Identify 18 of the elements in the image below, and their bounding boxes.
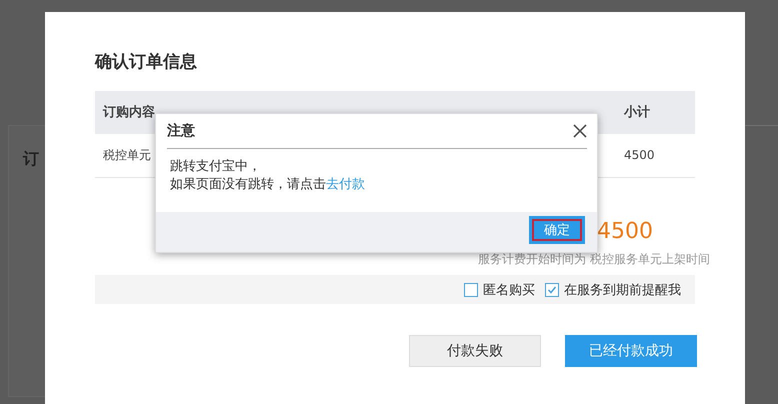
column-header: 订购内容 [103,105,155,120]
confirm-button[interactable]: 确定 [529,216,585,244]
card-title: 订 [23,149,39,170]
billing-note: 服务计费开始时间为 税控服务单元上架时间 [478,251,710,267]
checkmark-icon [547,284,557,294]
close-icon[interactable] [573,124,587,138]
checkbox-label: 匿名购买 [483,282,535,298]
payment-success-button[interactable]: 已经付款成功 [565,335,697,367]
payment-failed-button[interactable]: 付款失败 [409,335,541,367]
checkbox[interactable] [464,282,478,296]
column-header: 小计 [624,105,650,120]
notice-text: 如果页面没有跳转，请点击去付款 [170,176,366,194]
dialog-title: 确认订单信息 [95,51,198,74]
table-cell: 4500 [616,134,695,178]
checkbox[interactable] [545,282,559,296]
total-amount: 4500 [597,219,653,245]
checkbox-label: 在服务到期前提醒我 [564,282,681,298]
pay-link[interactable]: 去付款 [326,177,365,192]
